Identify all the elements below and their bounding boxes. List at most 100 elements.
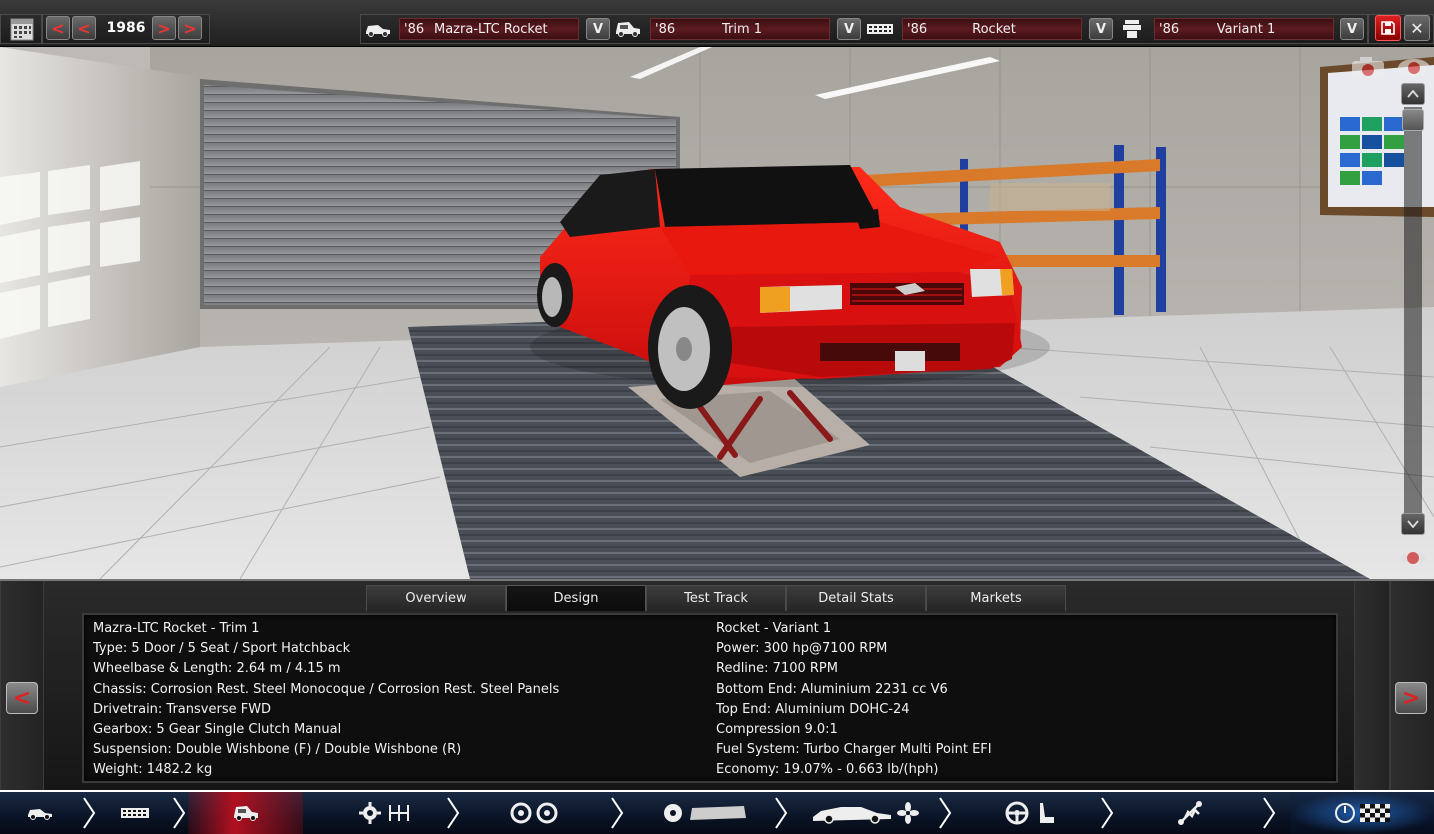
car-trim-icon xyxy=(233,806,258,821)
design-step-nav xyxy=(0,790,1434,834)
close-button[interactable]: ✕ xyxy=(1404,15,1430,41)
engine-variant-icon xyxy=(1118,18,1146,40)
engine-bottom-end: Bottom End: Aluminium 2231 cc V6 xyxy=(716,681,948,697)
camera-icon[interactable] xyxy=(1350,55,1386,81)
car-chassis: Chassis: Corrosion Rest. Steel Monocoque… xyxy=(93,681,560,697)
car-suspension: Suspension: Double Wishbone (F) / Double… xyxy=(93,742,462,758)
engine-year-prefix: '86 xyxy=(907,21,928,37)
car-type: Type: 5 Door / 5 Seat / Sport Hatchback xyxy=(93,641,351,657)
step-engine-gearbox[interactable] xyxy=(330,792,440,834)
step-test-finish[interactable] xyxy=(1290,792,1434,834)
step-interior[interactable] xyxy=(975,792,1085,834)
step-suspension[interactable] xyxy=(1140,792,1240,834)
variant-dropdown-button[interactable]: V xyxy=(1340,18,1364,40)
rotate-view-icon[interactable] xyxy=(1396,547,1430,569)
tab-test-track[interactable]: Test Track xyxy=(646,585,786,611)
engine-economy: Economy: 19.07% - 0.663 lb/(hph) xyxy=(716,762,939,778)
eye-icon[interactable] xyxy=(1396,55,1432,81)
engine-icon xyxy=(866,18,894,40)
tab-bar: Overview Design Test Track Detail Stats … xyxy=(366,585,1066,611)
engine-selector[interactable]: '86 Rocket xyxy=(902,18,1082,40)
view-scrollbar[interactable] xyxy=(1400,83,1426,539)
gearshift-icon xyxy=(389,805,409,821)
chevron-right-icon xyxy=(1263,797,1276,829)
trim-selector[interactable]: '86 Trim 1 xyxy=(650,18,830,40)
year-prev-fast-button[interactable]: < xyxy=(72,16,96,40)
model-value: Mazra-LTC Rocket xyxy=(434,21,548,37)
engine-top-end: Top End: Aluminium DOHC-24 xyxy=(716,701,910,717)
year-next-button[interactable]: > xyxy=(152,16,176,40)
variant-year-prefix: '86 xyxy=(1159,21,1180,37)
scrollbar-track[interactable] xyxy=(1404,107,1422,515)
step-trim[interactable] xyxy=(188,792,303,834)
trim-value: Trim 1 xyxy=(721,21,763,37)
gear-icon xyxy=(359,802,381,824)
tab-detail-stats[interactable]: Detail Stats xyxy=(786,585,926,611)
top-bar: < < 1986 > > '86 Mazra-LTC Rocket V '86 … xyxy=(0,0,1434,47)
car-trim-icon xyxy=(614,18,642,40)
step-chassis[interactable] xyxy=(100,792,170,834)
chevron-right-icon xyxy=(83,797,96,829)
year-label: 1986 xyxy=(106,20,146,36)
step-model[interactable] xyxy=(0,792,80,834)
suspension-icon xyxy=(1178,801,1202,825)
speedometer-icon xyxy=(1335,803,1355,823)
engine-value: Rocket xyxy=(972,21,1016,37)
fan-icon xyxy=(897,802,919,824)
body-panel-icon xyxy=(690,806,746,820)
garage-3d-view[interactable] xyxy=(0,47,1434,579)
right-side-inner-column xyxy=(1354,581,1390,792)
car-wheelbase: Wheelbase & Length: 2.64 m / 4.15 m xyxy=(93,661,341,677)
trim-dropdown-button[interactable]: V xyxy=(837,18,861,40)
tab-markets[interactable]: Markets xyxy=(926,585,1066,611)
scroll-up-button[interactable] xyxy=(1401,83,1425,105)
car-weight: Weight: 1482.2 kg xyxy=(93,762,213,778)
calendar-icon[interactable] xyxy=(9,16,35,42)
tab-design[interactable]: Design xyxy=(506,585,646,611)
seat-icon xyxy=(1040,803,1054,823)
step-wheels[interactable] xyxy=(480,792,590,834)
variant-selector[interactable]: '86 Variant 1 xyxy=(1154,18,1334,40)
engine-stats-column: Rocket - Variant 1 Power: 300 hp@7100 RP… xyxy=(716,621,992,783)
car-model-icon xyxy=(28,809,52,820)
engine-dropdown-button[interactable]: V xyxy=(1089,18,1113,40)
engine-redline: Redline: 7100 RPM xyxy=(716,661,838,677)
prev-page-button[interactable]: < xyxy=(6,682,38,714)
next-page-button[interactable]: > xyxy=(1395,682,1427,714)
model-year-prefix: '86 xyxy=(404,21,425,37)
chevron-right-icon xyxy=(1101,797,1114,829)
car-stats-column: Mazra-LTC Rocket - Trim 1 Type: 5 Door /… xyxy=(93,621,559,783)
engine-title: Rocket - Variant 1 xyxy=(716,621,832,636)
step-brakes-body[interactable] xyxy=(640,792,770,834)
info-panel: Overview Design Test Track Detail Stats … xyxy=(0,579,1434,792)
year-prev-button[interactable]: < xyxy=(46,16,70,40)
scroll-down-button[interactable] xyxy=(1401,513,1425,535)
garage-scene xyxy=(0,47,1434,579)
chevron-right-icon xyxy=(173,797,186,829)
sports-car-icon xyxy=(813,807,891,824)
chevron-right-icon xyxy=(611,797,624,829)
variant-value: Variant 1 xyxy=(1216,21,1276,37)
model-dropdown-button[interactable]: V xyxy=(586,18,610,40)
year-next-fast-button[interactable]: > xyxy=(178,16,202,40)
engine-power: Power: 300 hp@7100 RPM xyxy=(716,641,888,657)
trim-year-prefix: '86 xyxy=(655,21,676,37)
car-model-icon xyxy=(364,18,392,40)
car-drivetrain: Drivetrain: Transverse FWD xyxy=(93,701,272,717)
step-aero-cooling[interactable] xyxy=(800,792,930,834)
save-icon[interactable] xyxy=(1375,15,1401,41)
wheels-icon xyxy=(510,802,558,824)
chevron-right-icon xyxy=(939,797,952,829)
engine-compression: Compression 9.0:1 xyxy=(716,721,838,737)
model-selector[interactable]: '86 Mazra-LTC Rocket xyxy=(399,18,579,40)
car-title: Mazra-LTC Rocket - Trim 1 xyxy=(93,621,260,636)
checkered-flag-icon xyxy=(1360,804,1390,822)
tab-overview[interactable]: Overview xyxy=(366,585,506,611)
brake-icon xyxy=(664,804,682,822)
scrollbar-thumb[interactable] xyxy=(1402,109,1424,131)
chevron-right-icon xyxy=(775,797,788,829)
stats-box: Mazra-LTC Rocket - Trim 1 Type: 5 Door /… xyxy=(82,613,1338,783)
chevron-right-icon xyxy=(447,797,460,829)
car-gearbox: Gearbox: 5 Gear Single Clutch Manual xyxy=(93,721,342,737)
engine-fuel-system: Fuel System: Turbo Charger Multi Point E… xyxy=(716,742,992,758)
